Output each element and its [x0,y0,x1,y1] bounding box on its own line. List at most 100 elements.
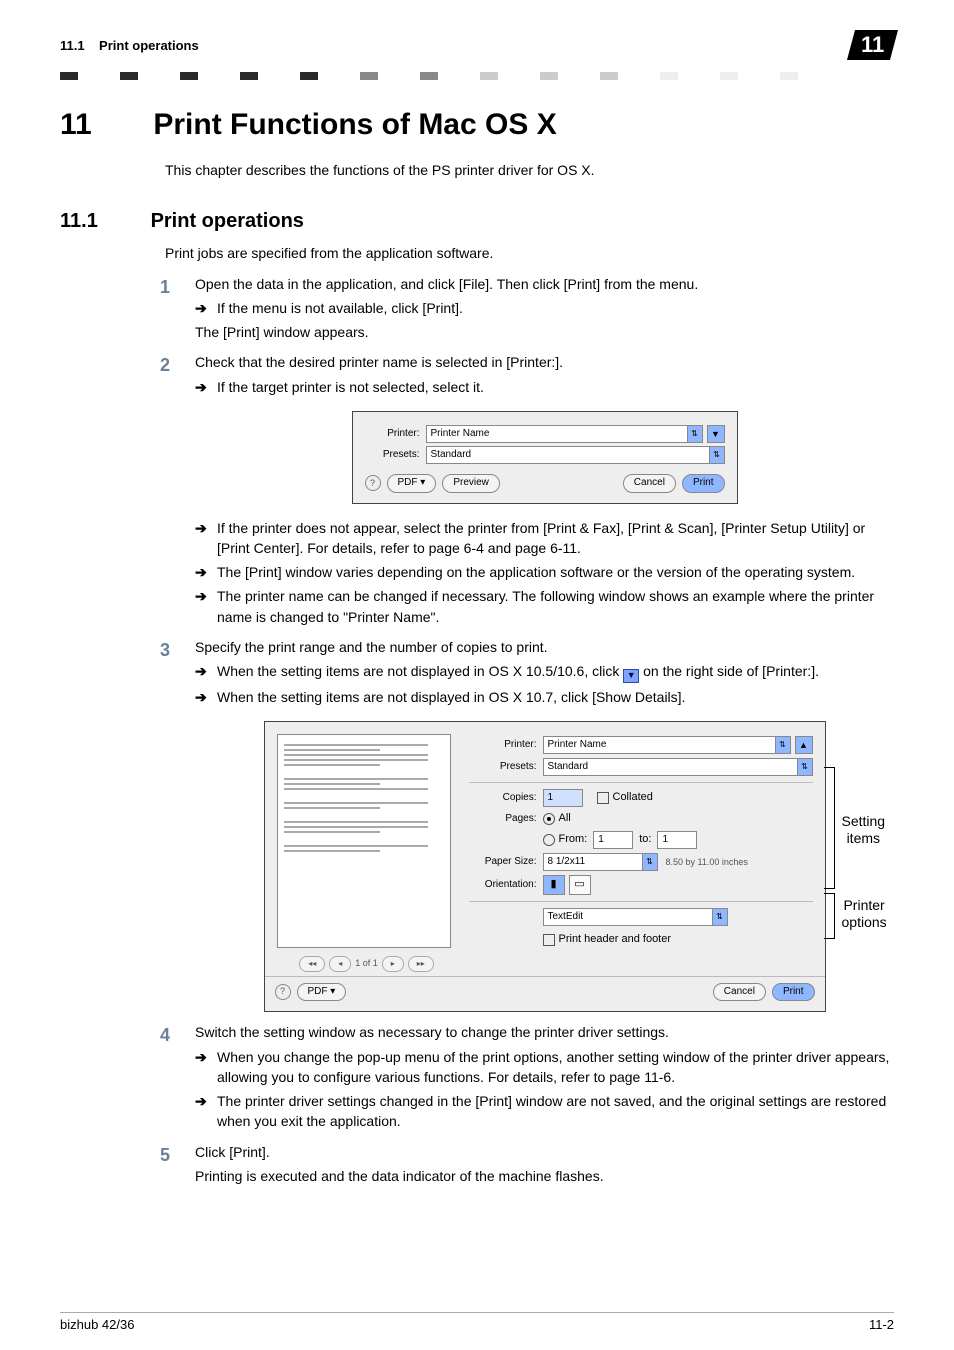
orientation-label: Orientation: [469,878,537,893]
step-2-sub4: ➔ The printer name can be changed if nec… [195,586,894,627]
dialog-page-thumbnail [277,734,451,948]
step-3-sub1: ➔ When the setting items are not display… [195,661,894,683]
chapter-title: 11 Print Functions of Mac OS X [60,108,894,142]
header-divider [60,72,894,80]
dropdown-inline-icon: ▼ [623,669,639,683]
step-2-sub4-text: The printer name can be changed if neces… [217,588,874,624]
step-2-sub2: ➔ If the printer does not appear, select… [195,518,894,559]
arrow-icon: ➔ [195,1091,207,1111]
pdf-button[interactable]: PDF ▾ [297,983,347,1002]
help-button[interactable]: ? [365,475,381,491]
preview-button[interactable]: Preview [442,474,500,493]
dropdown-icon[interactable]: ⇅ [775,736,791,754]
dialog-preview-pane: ◂◂ ◂ 1 of 1 ▸ ▸▸ [265,722,465,976]
arrow-icon: ➔ [195,298,207,318]
printer-label: Printer: [365,427,420,442]
print-button[interactable]: Print [772,983,815,1002]
dropdown-icon[interactable]: ⇅ [709,446,725,464]
step-4-sub1-text: When you change the pop-up menu of the p… [217,1049,889,1085]
step-5-text: Click [Print]. [195,1144,270,1160]
cancel-button[interactable]: Cancel [623,474,676,493]
printer-label: Printer: [469,738,537,753]
presets-field[interactable]: Standard [543,758,798,776]
pages-from-radio[interactable] [543,834,555,846]
step-1-sub1: ➔ If the menu is not available, click [P… [195,298,894,318]
collapse-button[interactable]: ▲ [795,736,813,754]
step-2-sub3-text: The [Print] window varies depending on t… [217,564,855,580]
arrow-icon: ➔ [195,586,207,606]
annotation-bracket-printer [824,893,835,939]
section-number: 11.1 [60,210,145,233]
step-3-sub2-text: When the setting items are not displayed… [217,689,685,705]
printer-field[interactable]: Printer Name [426,425,688,443]
step-4-sub2-text: The printer driver settings changed in t… [217,1093,886,1129]
pages-from-label: From: [559,832,588,848]
pages-from-field[interactable]: 1 [593,831,633,849]
arrow-icon: ➔ [195,1047,207,1067]
presets-label: Presets: [365,448,420,463]
step-2-sub3: ➔ The [Print] window varies depending on… [195,562,894,582]
copies-label: Copies: [469,791,537,806]
step-5-after: Printing is executed and the data indica… [195,1166,894,1186]
pages-label: Pages: [469,812,537,827]
page-header: 11.1 Print operations 11 [60,30,894,60]
step-number: 2 [160,352,170,378]
papersize-field[interactable]: 8 1/2x11 [543,853,643,871]
footer-checkbox[interactable] [543,934,555,946]
arrow-icon: ➔ [195,687,207,707]
step-2-sub1-text: If the target printer is not selected, s… [217,379,484,395]
chapter-badge-text: 11 [861,32,884,58]
step-4-sub1: ➔ When you change the pop-up menu of the… [195,1047,894,1088]
dialog-settings-pane: Printer: Printer Name ⇅ ▲ Presets: Stand… [465,722,825,976]
collated-checkbox[interactable] [597,792,609,804]
step-number: 4 [160,1022,170,1048]
pages-all-radio[interactable] [543,813,555,825]
chapter-intro: This chapter describes the functions of … [165,160,894,180]
orientation-landscape-icon[interactable]: ▭ [569,875,591,895]
footer-page: 11-2 [869,1317,894,1332]
pages-all-label: All [559,811,571,827]
arrow-icon: ➔ [195,562,207,582]
step-4-text: Switch the setting window as necessary t… [195,1024,669,1040]
pages-to-field[interactable]: 1 [657,831,697,849]
nav-next-icon[interactable]: ▸ [382,956,404,972]
chapter-badge: 11 [847,30,898,60]
step-number: 3 [160,637,170,663]
help-button[interactable]: ? [275,984,291,1000]
step-2-text: Check that the desired printer name is s… [195,354,563,370]
step-3: 3 Specify the print range and the number… [60,637,894,1012]
header-section-ref: 11.1 [60,38,85,53]
collated-label: Collated [613,790,653,806]
papersize-hint: 8.50 by 11.00 inches [666,856,748,869]
dropdown-icon[interactable]: ⇅ [797,758,813,776]
section-select[interactable]: TextEdit [543,908,713,926]
orientation-portrait-icon[interactable]: ▮ [543,875,565,895]
footer-check-label: Print header and footer [559,932,672,948]
steps-list: 1 Open the data in the application, and … [60,274,894,1187]
step-3-sub1-after: on the right side of [Printer:]. [643,663,819,679]
pdf-button[interactable]: PDF ▾ [387,474,437,493]
print-button[interactable]: Print [682,474,725,493]
dropdown-icon[interactable]: ⇅ [712,908,728,926]
cancel-button[interactable]: Cancel [713,983,766,1002]
section-title: 11.1 Print operations [60,210,894,233]
step-1-after: The [Print] window appears. [195,322,894,342]
nav-first-icon[interactable]: ◂◂ [299,956,325,972]
papersize-label: Paper Size: [469,855,537,870]
nav-page-indicator: 1 of 1 [355,957,378,970]
nav-prev-icon[interactable]: ◂ [329,956,351,972]
step-1-text: Open the data in the application, and cl… [195,276,698,292]
copies-field[interactable]: 1 [543,789,583,807]
dropdown-icon[interactable]: ⇅ [642,853,658,871]
arrow-icon: ➔ [195,377,207,397]
dropdown-icon[interactable]: ⇅ [687,425,703,443]
expand-button[interactable]: ▼ [707,425,725,443]
printer-field[interactable]: Printer Name [543,736,776,754]
step-5: 5 Click [Print]. Printing is executed an… [60,1142,894,1187]
nav-last-icon[interactable]: ▸▸ [408,956,434,972]
section-intro: Print jobs are specified from the applic… [165,243,894,263]
arrow-icon: ➔ [195,518,207,538]
presets-field[interactable]: Standard [426,446,710,464]
step-4-sub2: ➔ The printer driver settings changed in… [195,1091,894,1132]
chapter-title-text: Print Functions of Mac OS X [153,108,556,141]
